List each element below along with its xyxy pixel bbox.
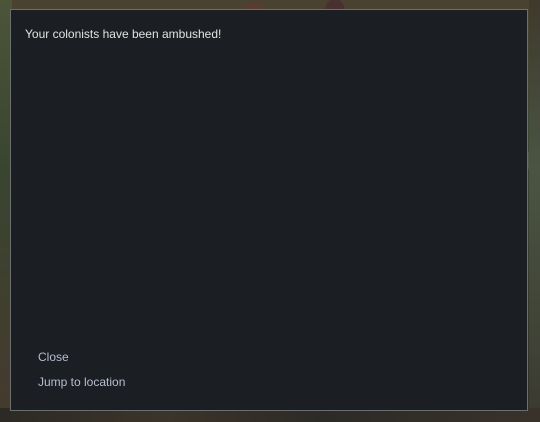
game-world-right-edge <box>529 0 540 422</box>
jump-to-location-option[interactable]: Jump to location <box>38 375 125 389</box>
close-option[interactable]: Close <box>38 350 125 364</box>
letter-message: Your colonists have been ambushed! <box>25 27 222 41</box>
letter-dialog: Your colonists have been ambushed! Close… <box>10 9 528 411</box>
letter-options: Close Jump to location <box>38 350 125 389</box>
